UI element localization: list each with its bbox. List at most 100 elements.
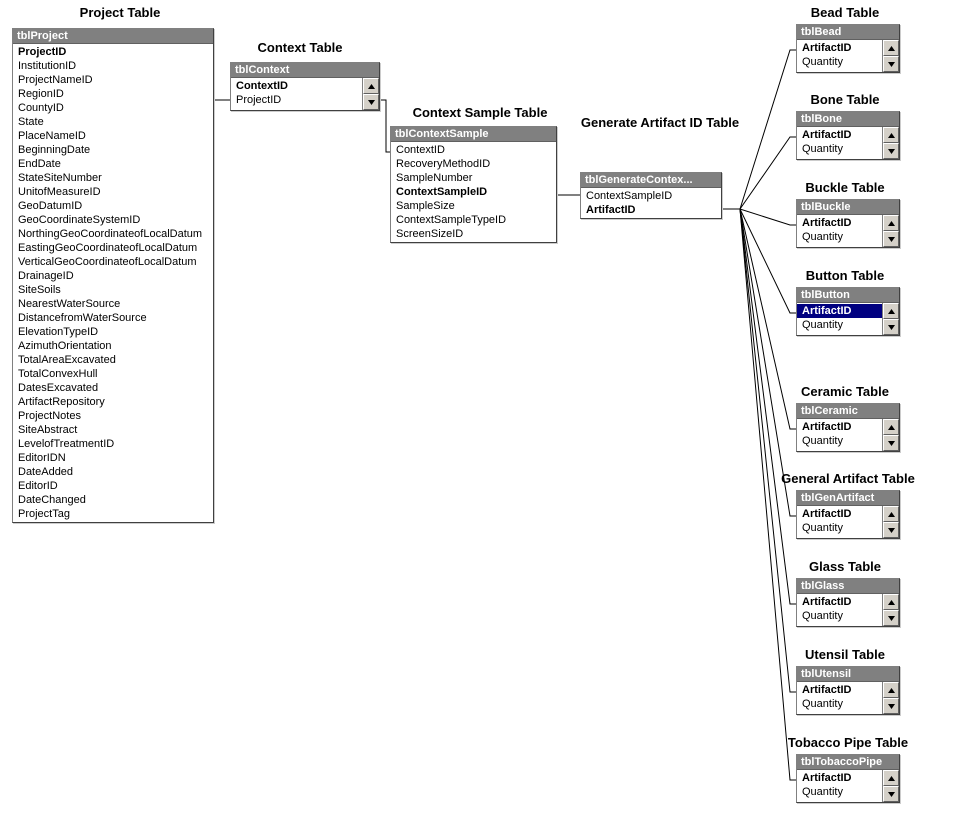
entity-header[interactable]: tblProject xyxy=(13,29,213,44)
field-Quantity[interactable]: Quantity xyxy=(797,55,882,69)
entity-genArtifact[interactable]: tblGenArtifactArtifactIDQuantity xyxy=(796,490,900,539)
scroll-down-icon[interactable] xyxy=(883,143,899,159)
scroll-up-icon[interactable] xyxy=(883,594,899,610)
scroll-up-icon[interactable] xyxy=(883,127,899,143)
entity-header[interactable]: tblBone xyxy=(797,112,899,127)
field-BeginningDate[interactable]: BeginningDate xyxy=(13,143,213,157)
scroll-down-icon[interactable] xyxy=(363,94,379,110)
entity-button[interactable]: tblButtonArtifactIDQuantity xyxy=(796,287,900,336)
scroll-up-icon[interactable] xyxy=(883,770,899,786)
field-RegionID[interactable]: RegionID xyxy=(13,87,213,101)
field-ArtifactRepository[interactable]: ArtifactRepository xyxy=(13,395,213,409)
field-TotalConvexHull[interactable]: TotalConvexHull xyxy=(13,367,213,381)
field-ScreenSizeID[interactable]: ScreenSizeID xyxy=(391,227,556,241)
field-UnitofMeasureID[interactable]: UnitofMeasureID xyxy=(13,185,213,199)
field-ElevationTypeID[interactable]: ElevationTypeID xyxy=(13,325,213,339)
entity-contextSample[interactable]: tblContextSampleContextIDRecoveryMethodI… xyxy=(390,126,557,243)
field-Quantity[interactable]: Quantity xyxy=(797,318,882,332)
entity-bone[interactable]: tblBoneArtifactIDQuantity xyxy=(796,111,900,160)
field-AzimuthOrientation[interactable]: AzimuthOrientation xyxy=(13,339,213,353)
field-ProjectTag[interactable]: ProjectTag xyxy=(13,507,213,521)
scroll-spinner[interactable] xyxy=(882,682,899,714)
field-Quantity[interactable]: Quantity xyxy=(797,230,882,244)
field-Quantity[interactable]: Quantity xyxy=(797,785,882,799)
field-EditorIDN[interactable]: EditorIDN xyxy=(13,451,213,465)
entity-context[interactable]: tblContextContextIDProjectID xyxy=(230,62,380,111)
scroll-spinner[interactable] xyxy=(882,40,899,72)
scroll-up-icon[interactable] xyxy=(883,303,899,319)
field-StateSiteNumber[interactable]: StateSiteNumber xyxy=(13,171,213,185)
field-SiteSoils[interactable]: SiteSoils xyxy=(13,283,213,297)
entity-glass[interactable]: tblGlassArtifactIDQuantity xyxy=(796,578,900,627)
field-LevelofTreatmentID[interactable]: LevelofTreatmentID xyxy=(13,437,213,451)
field-ArtifactID[interactable]: ArtifactID xyxy=(797,304,882,318)
field-Quantity[interactable]: Quantity xyxy=(797,142,882,156)
field-TotalAreaExcavated[interactable]: TotalAreaExcavated xyxy=(13,353,213,367)
field-Quantity[interactable]: Quantity xyxy=(797,697,882,711)
entity-tobacco[interactable]: tblTobaccoPipeArtifactIDQuantity xyxy=(796,754,900,803)
field-ContextSampleTypeID[interactable]: ContextSampleTypeID xyxy=(391,213,556,227)
field-ArtifactID[interactable]: ArtifactID xyxy=(797,420,882,434)
field-EditorID[interactable]: EditorID xyxy=(13,479,213,493)
entity-header[interactable]: tblGenArtifact xyxy=(797,491,899,506)
scroll-spinner[interactable] xyxy=(882,215,899,247)
entity-header[interactable]: tblContext xyxy=(231,63,379,78)
scroll-spinner[interactable] xyxy=(882,506,899,538)
entity-project[interactable]: tblProjectProjectIDInstitutionIDProjectN… xyxy=(12,28,214,523)
field-RecoveryMethodID[interactable]: RecoveryMethodID xyxy=(391,157,556,171)
scroll-spinner[interactable] xyxy=(882,419,899,451)
entity-header[interactable]: tblTobaccoPipe xyxy=(797,755,899,770)
scroll-spinner[interactable] xyxy=(362,78,379,110)
entity-header[interactable]: tblBead xyxy=(797,25,899,40)
er-diagram-canvas[interactable]: Project TableContext TableContext Sample… xyxy=(0,0,961,831)
entity-header[interactable]: tblUtensil xyxy=(797,667,899,682)
field-DateChanged[interactable]: DateChanged xyxy=(13,493,213,507)
field-ContextSampleID[interactable]: ContextSampleID xyxy=(581,189,721,203)
field-DrainageID[interactable]: DrainageID xyxy=(13,269,213,283)
field-Quantity[interactable]: Quantity xyxy=(797,521,882,535)
scroll-up-icon[interactable] xyxy=(883,215,899,231)
entity-header[interactable]: tblBuckle xyxy=(797,200,899,215)
field-ProjectNameID[interactable]: ProjectNameID xyxy=(13,73,213,87)
field-NorthingGeoCoordinateofLocalDatum[interactable]: NorthingGeoCoordinateofLocalDatum xyxy=(13,227,213,241)
scroll-spinner[interactable] xyxy=(882,303,899,335)
field-Quantity[interactable]: Quantity xyxy=(797,609,882,623)
field-ArtifactID[interactable]: ArtifactID xyxy=(797,771,882,785)
field-EastingGeoCoordinateofLocalDatum[interactable]: EastingGeoCoordinateofLocalDatum xyxy=(13,241,213,255)
field-State[interactable]: State xyxy=(13,115,213,129)
field-EndDate[interactable]: EndDate xyxy=(13,157,213,171)
scroll-down-icon[interactable] xyxy=(883,319,899,335)
field-SiteAbstract[interactable]: SiteAbstract xyxy=(13,423,213,437)
field-SampleNumber[interactable]: SampleNumber xyxy=(391,171,556,185)
scroll-down-icon[interactable] xyxy=(883,56,899,72)
field-NearestWaterSource[interactable]: NearestWaterSource xyxy=(13,297,213,311)
entity-header[interactable]: tblGlass xyxy=(797,579,899,594)
field-ArtifactID[interactable]: ArtifactID xyxy=(797,595,882,609)
entity-utensil[interactable]: tblUtensilArtifactIDQuantity xyxy=(796,666,900,715)
entity-header[interactable]: tblButton xyxy=(797,288,899,303)
entity-bead[interactable]: tblBeadArtifactIDQuantity xyxy=(796,24,900,73)
scroll-down-icon[interactable] xyxy=(883,610,899,626)
field-ArtifactID[interactable]: ArtifactID xyxy=(797,507,882,521)
scroll-up-icon[interactable] xyxy=(363,78,379,94)
field-ProjectNotes[interactable]: ProjectNotes xyxy=(13,409,213,423)
field-CountyID[interactable]: CountyID xyxy=(13,101,213,115)
entity-ceramic[interactable]: tblCeramicArtifactIDQuantity xyxy=(796,403,900,452)
field-ArtifactID[interactable]: ArtifactID xyxy=(797,216,882,230)
field-GeoCoordinateSystemID[interactable]: GeoCoordinateSystemID xyxy=(13,213,213,227)
field-ArtifactID[interactable]: ArtifactID xyxy=(797,41,882,55)
scroll-up-icon[interactable] xyxy=(883,506,899,522)
scroll-down-icon[interactable] xyxy=(883,231,899,247)
scroll-down-icon[interactable] xyxy=(883,435,899,451)
field-ArtifactID[interactable]: ArtifactID xyxy=(797,128,882,142)
field-ArtifactID[interactable]: ArtifactID xyxy=(797,683,882,697)
field-GeoDatumID[interactable]: GeoDatumID xyxy=(13,199,213,213)
scroll-spinner[interactable] xyxy=(882,127,899,159)
scroll-up-icon[interactable] xyxy=(883,682,899,698)
scroll-spinner[interactable] xyxy=(882,770,899,802)
field-ArtifactID[interactable]: ArtifactID xyxy=(581,203,721,217)
field-ContextID[interactable]: ContextID xyxy=(231,79,362,93)
field-SampleSize[interactable]: SampleSize xyxy=(391,199,556,213)
field-ContextSampleID[interactable]: ContextSampleID xyxy=(391,185,556,199)
field-ProjectID[interactable]: ProjectID xyxy=(13,45,213,59)
